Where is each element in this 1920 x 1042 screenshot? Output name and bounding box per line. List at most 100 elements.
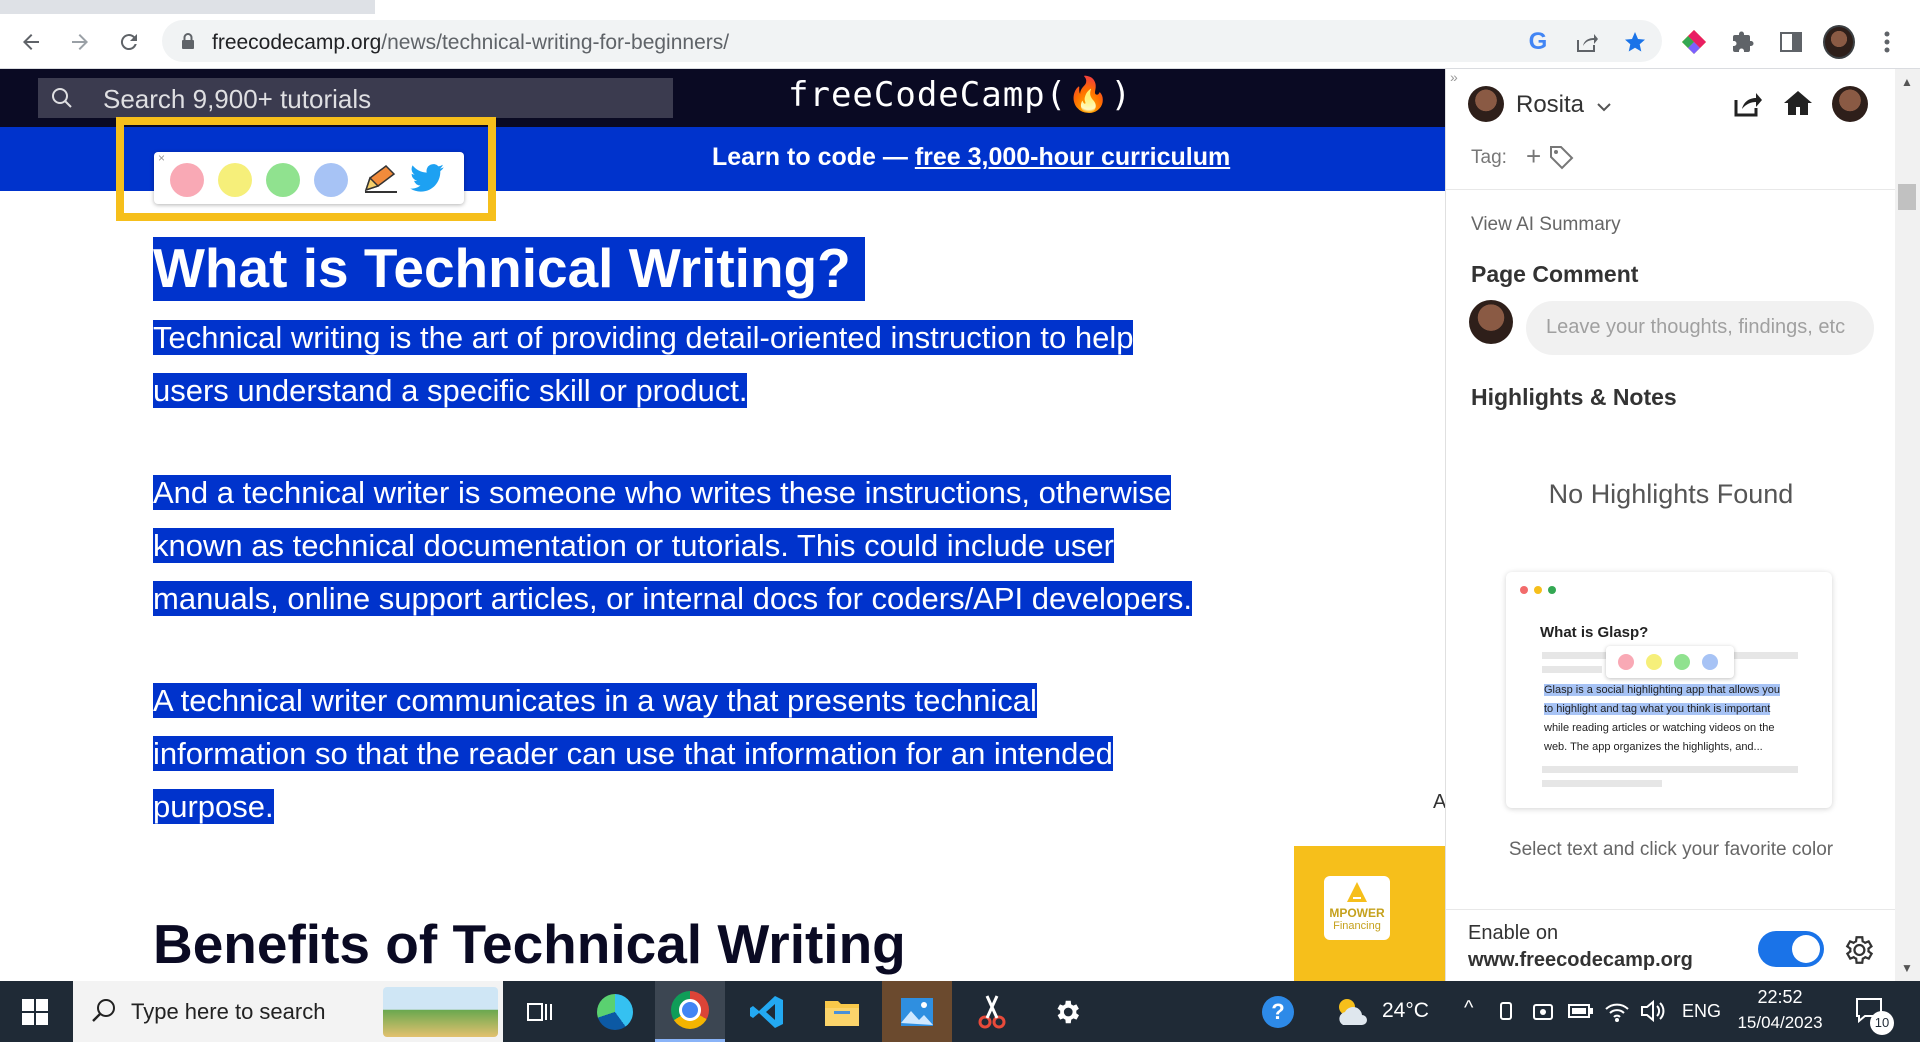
- paragraph-2: And a technical writer is someone who wr…: [153, 475, 1193, 616]
- divider: [1446, 909, 1896, 910]
- tab-strip: [0, 0, 1920, 14]
- search-icon: [91, 997, 117, 1028]
- page-scrollbar[interactable]: ▲ ▼: [1895, 69, 1920, 981]
- profile-avatar[interactable]: [1823, 25, 1855, 59]
- extensions-puzzle-icon[interactable]: [1727, 26, 1759, 58]
- notification-count-badge: 10: [1870, 1011, 1894, 1035]
- enable-site-toggle[interactable]: [1758, 931, 1824, 967]
- browser-toolbar: freecodecamp.org/news/technical-writing-…: [0, 14, 1920, 69]
- demo-color-popup: [1606, 646, 1734, 678]
- highlights-heading: Highlights & Notes: [1471, 384, 1677, 410]
- temperature-text[interactable]: 24°C: [1382, 999, 1429, 1023]
- share-icon[interactable]: [1571, 26, 1603, 58]
- taskbar-search-box[interactable]: Type here to search: [73, 981, 503, 1042]
- blue-color-button[interactable]: [314, 163, 348, 197]
- yellow-color-button[interactable]: [218, 163, 252, 197]
- scroll-down-icon[interactable]: ▼: [1901, 961, 1913, 975]
- chevron-down-icon[interactable]: [1596, 99, 1612, 117]
- chevron-up-icon[interactable]: ^: [1464, 997, 1473, 1020]
- advertisement[interactable]: MPOWER Financing: [1294, 846, 1445, 981]
- ad-subtext: Financing: [1333, 920, 1381, 932]
- section-heading: Benefits of Technical Writing: [153, 913, 906, 975]
- wifi-icon[interactable]: [1604, 999, 1630, 1028]
- snipping-tool-icon[interactable]: [957, 981, 1027, 1042]
- comment-placeholder: Leave your thoughts, findings, etc: [1546, 316, 1846, 338]
- add-tag-button[interactable]: +: [1526, 141, 1541, 172]
- tag-icon[interactable]: [1548, 144, 1574, 175]
- glasp-demo-illustration: What is Glasp? Glasp is a social highlig…: [1506, 572, 1832, 808]
- gear-icon[interactable]: [1841, 933, 1875, 972]
- more-menu-icon[interactable]: [1871, 26, 1903, 58]
- tray-device-icon[interactable]: [1496, 1001, 1516, 1028]
- commenter-avatar: [1469, 300, 1513, 344]
- share-export-icon[interactable]: [1733, 90, 1763, 123]
- placeholder-line: [1542, 780, 1662, 787]
- help-icon[interactable]: ?: [1243, 981, 1313, 1042]
- user-avatar[interactable]: [1468, 86, 1504, 122]
- view-ai-summary-link[interactable]: View AI Summary: [1471, 214, 1621, 236]
- settings-gear-icon[interactable]: [1032, 981, 1102, 1042]
- demo-color-dot: [1646, 654, 1662, 670]
- url-text[interactable]: freecodecamp.org/news/technical-writing-…: [212, 31, 729, 55]
- lock-icon[interactable]: [180, 32, 196, 55]
- page-comment-input[interactable]: Leave your thoughts, findings, etc: [1526, 301, 1874, 355]
- demo-color-dot: [1674, 654, 1690, 670]
- site-logo[interactable]: freeCodeCamp(🔥): [788, 75, 1132, 115]
- green-color-button[interactable]: [266, 163, 300, 197]
- web-page: Search 9,900+ tutorials freeCodeCamp(🔥) …: [0, 69, 1445, 981]
- battery-icon[interactable]: [1568, 1003, 1594, 1024]
- volume-icon[interactable]: [1640, 999, 1666, 1028]
- page-comment-heading: Page Comment: [1471, 261, 1639, 287]
- glasp-extension-icon[interactable]: [1678, 26, 1710, 58]
- google-icon[interactable]: G: [1522, 26, 1554, 58]
- banner-text: Learn to code — free 3,000-hour curricul…: [712, 143, 1231, 171]
- highlight-color-popup: ×: [154, 151, 464, 204]
- tag-label: Tag:: [1471, 147, 1507, 168]
- paragraph-3: A technical writer communicates in a way…: [153, 683, 1113, 824]
- pink-color-button[interactable]: [170, 163, 204, 197]
- collapse-sidebar-icon[interactable]: »: [1450, 69, 1458, 85]
- side-panel-icon[interactable]: [1775, 26, 1807, 58]
- ad-logo[interactable]: MPOWER Financing: [1324, 876, 1390, 940]
- weather-icon[interactable]: [1333, 995, 1371, 1032]
- demo-highlight-line: Glasp is a social highlighting app that …: [1544, 684, 1781, 696]
- tray-camera-icon[interactable]: [1532, 1001, 1554, 1028]
- glasp-sidebar: » Rosita Tag: + View AI Summary Page Com…: [1445, 69, 1896, 981]
- clock-date[interactable]: 15/04/2023: [1730, 1013, 1830, 1033]
- file-explorer-icon[interactable]: [807, 981, 877, 1042]
- clock-time[interactable]: 22:52: [1735, 987, 1825, 1008]
- demo-title: What is Glasp?: [1540, 624, 1649, 641]
- ad-label: A: [1433, 791, 1445, 813]
- site-search-input[interactable]: Search 9,900+ tutorials: [38, 78, 673, 118]
- user-name[interactable]: Rosita: [1516, 91, 1584, 119]
- address-bar[interactable]: freecodecamp.org/news/technical-writing-…: [162, 20, 1662, 62]
- windows-start-icon[interactable]: [0, 981, 70, 1042]
- forward-icon[interactable]: [64, 26, 96, 58]
- chrome-browser-icon[interactable]: [655, 981, 725, 1042]
- language-indicator[interactable]: ENG: [1682, 1001, 1721, 1022]
- placeholder-line: [1542, 666, 1602, 673]
- twitter-icon[interactable]: [410, 164, 444, 197]
- task-view-icon[interactable]: [505, 981, 575, 1042]
- home-icon[interactable]: [1783, 89, 1813, 122]
- scroll-up-icon[interactable]: ▲: [1901, 75, 1913, 89]
- bookmark-star-icon[interactable]: [1619, 26, 1651, 58]
- search-highlight-image[interactable]: [383, 987, 498, 1037]
- curriculum-link[interactable]: free 3,000-hour curriculum: [915, 143, 1230, 171]
- paragraph-1: Technical writing is the art of providin…: [153, 320, 1134, 408]
- ad-brand: MPOWER: [1329, 906, 1385, 920]
- edge-browser-icon[interactable]: [580, 981, 650, 1042]
- back-icon[interactable]: [15, 26, 47, 58]
- enable-on-label: Enable on: [1468, 922, 1559, 944]
- scrollbar-thumb[interactable]: [1898, 184, 1916, 210]
- vscode-icon[interactable]: [732, 981, 802, 1042]
- note-pencil-icon[interactable]: [364, 164, 398, 199]
- close-icon[interactable]: ×: [158, 151, 165, 165]
- photos-app-icon[interactable]: [882, 981, 952, 1042]
- reload-icon[interactable]: [113, 26, 145, 58]
- search-placeholder: Search 9,900+ tutorials: [103, 84, 372, 114]
- toggle-knob: [1792, 935, 1820, 963]
- window-dot: [1520, 586, 1528, 594]
- active-tab[interactable]: [375, 0, 1920, 14]
- profile-avatar[interactable]: [1832, 86, 1868, 122]
